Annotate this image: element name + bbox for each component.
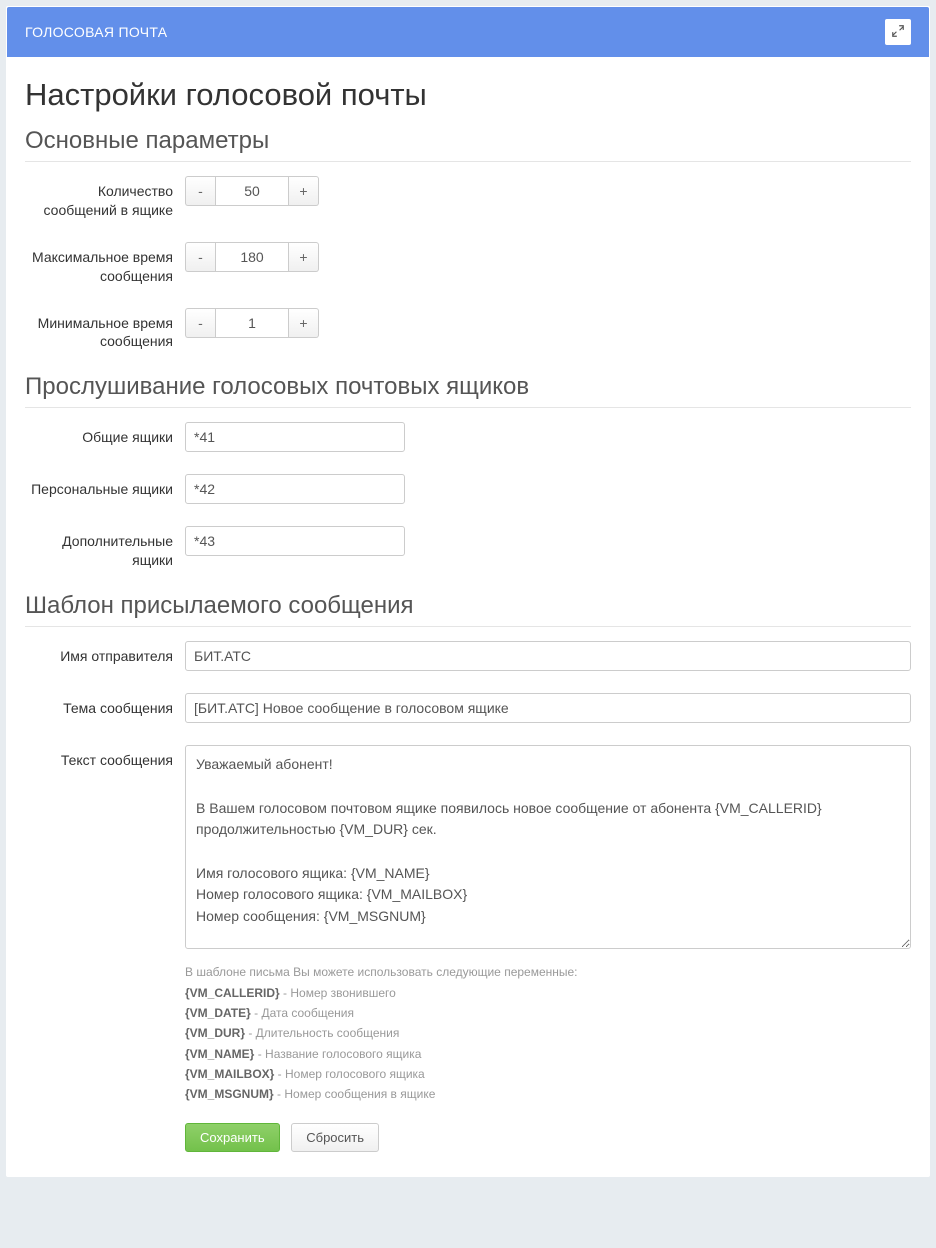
spinner-mintime: - + [185,308,319,338]
row-body: Текст сообщения В шаблоне письма Вы може… [25,745,911,1152]
input-general-mailbox[interactable] [185,422,405,452]
row-extra-mailbox: Дополнительные ящики [25,526,911,570]
spinner-mintime-input[interactable] [215,308,289,338]
label-sender: Имя отправителя [25,641,185,666]
input-sender[interactable] [185,641,911,671]
input-extra-mailbox[interactable] [185,526,405,556]
spinner-maxtime: - + [185,242,319,272]
spinner-maxmsg-plus[interactable]: + [289,176,319,206]
spinner-maxmsg-minus[interactable]: - [185,176,215,206]
label-maxtime: Максимальное время сообщения [25,242,185,286]
help-var-0-desc: - Номер звонившего [280,986,396,1000]
expand-button[interactable] [885,19,911,45]
row-general-mailbox: Общие ящики [25,422,911,452]
spinner-maxmsg: - + [185,176,319,206]
spinner-maxtime-input[interactable] [215,242,289,272]
row-maxtime: Максимальное время сообщения - + [25,242,911,286]
help-var-3-desc: - Название голосового ящика [254,1047,421,1061]
section-listen-title: Прослушивание голосовых почтовых ящиков [25,373,911,408]
help-var-2-desc: - Длительность сообщения [245,1026,399,1040]
help-var-2-name: {VM_DUR} [185,1026,245,1040]
row-mintime: Минимальное время сообщения - + [25,308,911,352]
panel-header: ГОЛОСОВАЯ ПОЧТА [7,7,929,57]
page-heading: Настройки голосовой почты [25,77,911,113]
panel-body: Настройки голосовой почты Основные парам… [7,57,929,1176]
help-var-4-name: {VM_MAILBOX} [185,1067,274,1081]
help-var-1-name: {VM_DATE} [185,1006,251,1020]
save-button[interactable]: Сохранить [185,1123,280,1152]
template-help: В шаблоне письма Вы можете использовать … [185,962,911,1105]
label-mintime: Минимальное время сообщения [25,308,185,352]
expand-icon [891,24,905,41]
label-personal-mailbox: Персональные ящики [25,474,185,499]
label-subject: Тема сообщения [25,693,185,718]
label-maxmsg: Количество сообщений в ящике [25,176,185,220]
spinner-maxmsg-input[interactable] [215,176,289,206]
spinner-maxtime-plus[interactable]: + [289,242,319,272]
spinner-mintime-minus[interactable]: - [185,308,215,338]
input-subject[interactable] [185,693,911,723]
row-personal-mailbox: Персональные ящики [25,474,911,504]
help-var-4-desc: - Номер голосового ящика [274,1067,424,1081]
voicemail-panel: ГОЛОСОВАЯ ПОЧТА Настройки голосовой почт… [6,6,930,1177]
help-var-1-desc: - Дата сообщения [251,1006,354,1020]
panel-title: ГОЛОСОВАЯ ПОЧТА [25,24,167,40]
reset-button[interactable]: Сбросить [291,1123,379,1152]
row-subject: Тема сообщения [25,693,911,723]
help-intro: В шаблоне письма Вы можете использовать … [185,965,578,979]
row-maxmsg: Количество сообщений в ящике - + [25,176,911,220]
row-sender: Имя отправителя [25,641,911,671]
section-basic-title: Основные параметры [25,127,911,162]
textarea-body[interactable] [185,745,911,949]
label-body: Текст сообщения [25,745,185,770]
spinner-mintime-plus[interactable]: + [289,308,319,338]
help-var-0-name: {VM_CALLERID} [185,986,280,1000]
label-extra-mailbox: Дополнительные ящики [25,526,185,570]
spinner-maxtime-minus[interactable]: - [185,242,215,272]
help-var-3-name: {VM_NAME} [185,1047,254,1061]
help-var-5-name: {VM_MSGNUM} [185,1087,274,1101]
help-var-5-desc: - Номер сообщения в ящике [274,1087,436,1101]
button-row: Сохранить Сбросить [185,1123,911,1152]
label-general-mailbox: Общие ящики [25,422,185,447]
section-template-title: Шаблон присылаемого сообщения [25,592,911,627]
input-personal-mailbox[interactable] [185,474,405,504]
